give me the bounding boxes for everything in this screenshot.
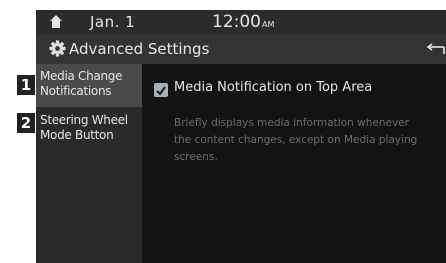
- sidebar-item-label: Steering Wheel Mode Button: [40, 113, 128, 142]
- date-display: Jan. 1: [90, 13, 136, 31]
- clock-display: 12:00AM: [212, 12, 274, 32]
- check-icon: [156, 86, 166, 96]
- option-description: Briefly displays media information whene…: [174, 117, 418, 163]
- sidebar-item-media-change-notifications[interactable]: Media Change Notifications: [36, 64, 142, 107]
- sidebar-item-steering-wheel-mode-button[interactable]: Steering Wheel Mode Button: [36, 108, 142, 151]
- sidebar-item-label: Media Change Notifications: [40, 69, 123, 98]
- home-icon[interactable]: [49, 14, 63, 29]
- settings-sidebar: Media Change Notifications Steering Whee…: [36, 64, 142, 263]
- page-title: Advanced Settings: [69, 40, 210, 58]
- media-notification-label[interactable]: Media Notification on Top Area: [174, 80, 372, 95]
- infotainment-screen: Jan. 1 12:00AM Advanced Settings Media C…: [36, 10, 446, 263]
- media-notification-checkbox[interactable]: [154, 83, 168, 97]
- back-icon[interactable]: [426, 42, 446, 56]
- title-bar: Advanced Settings: [36, 34, 446, 64]
- clock-ampm: AM: [262, 20, 275, 29]
- settings-content: Media Notification on Top Area Briefly d…: [142, 64, 446, 263]
- gear-icon: [49, 40, 66, 57]
- clock-time: 12:00: [212, 12, 261, 32]
- status-bar: Jan. 1 12:00AM: [36, 10, 446, 34]
- callout-badge-1: 1: [17, 75, 35, 95]
- callout-badge-2: 2: [17, 113, 35, 133]
